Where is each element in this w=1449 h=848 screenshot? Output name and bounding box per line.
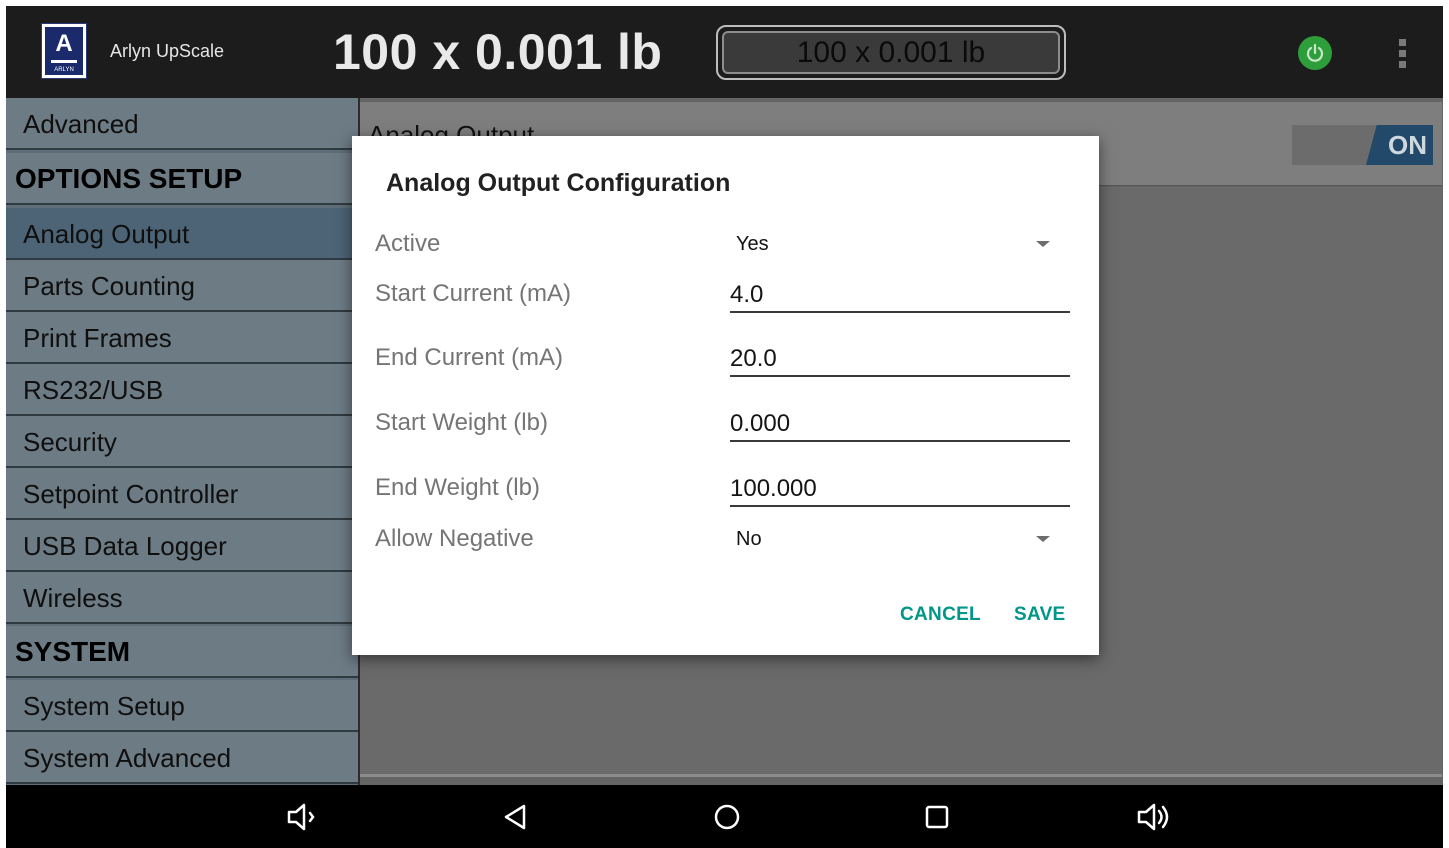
sidebar-item-parts-counting[interactable]: Parts Counting	[6, 260, 358, 312]
app-name: Arlyn UpScale	[110, 41, 225, 61]
weight-display-box: 100 x 0.001 lb	[716, 25, 1066, 80]
analog-output-toggle[interactable]: ON	[1292, 125, 1433, 165]
sidebar-item-analog-output[interactable]: Analog Output	[6, 208, 358, 260]
start-current-label: Start Current (mA)	[375, 280, 572, 307]
end-current-label: End Current (mA)	[375, 344, 564, 371]
back-icon[interactable]	[502, 801, 530, 833]
dialog-title: Analog Output Configuration	[386, 169, 731, 197]
active-select[interactable]: Yes	[736, 233, 769, 256]
start-weight-input[interactable]: 0.000	[730, 410, 790, 438]
active-dropdown-caret-icon[interactable]	[1036, 241, 1050, 247]
logo-letter: A	[55, 30, 73, 57]
end-current-underline	[730, 375, 1070, 377]
home-icon[interactable]	[712, 801, 742, 833]
sidebar-item-system-advanced[interactable]: System Advanced	[6, 732, 358, 784]
android-nav-bar	[6, 785, 1443, 848]
volume-down-icon[interactable]	[286, 801, 322, 833]
active-label: Active	[375, 230, 441, 257]
start-current-underline	[730, 311, 1070, 313]
end-current-input[interactable]: 20.0	[730, 345, 777, 373]
power-button[interactable]	[1298, 36, 1332, 70]
cancel-button[interactable]: CANCEL	[900, 604, 981, 626]
volume-up-icon[interactable]	[1136, 801, 1176, 833]
recents-icon[interactable]	[922, 801, 952, 833]
logo-text: ARLYN	[54, 67, 74, 73]
end-weight-input[interactable]: 100.000	[730, 475, 817, 503]
sidebar-item-usb-data-logger[interactable]: USB Data Logger	[6, 520, 358, 572]
arlyn-logo: A ARLYN	[41, 23, 87, 79]
start-weight-underline	[730, 440, 1070, 442]
analog-output-config-dialog: Analog Output Configuration Active Yes S…	[352, 136, 1099, 655]
toggle-on-label: ON	[1366, 125, 1433, 165]
sidebar-item-wireless[interactable]: Wireless	[6, 572, 358, 624]
allow-negative-dropdown-caret-icon[interactable]	[1036, 536, 1050, 542]
sidebar-item-advanced[interactable]: Advanced	[6, 98, 358, 150]
allow-negative-label: Allow Negative	[375, 525, 534, 552]
allow-negative-select[interactable]: No	[736, 528, 762, 551]
sidebar-item-system-setup[interactable]: System Setup	[6, 680, 358, 732]
start-weight-label: Start Weight (lb)	[375, 409, 548, 436]
sidebar-item-security[interactable]: Security	[6, 416, 358, 468]
sidebar-item-rs232-usb[interactable]: RS232/USB	[6, 364, 358, 416]
overflow-menu-icon[interactable]	[1397, 39, 1407, 71]
end-weight-label: End Weight (lb)	[375, 474, 540, 501]
start-current-input[interactable]: 4.0	[730, 281, 763, 309]
sidebar-item-setpoint-controller[interactable]: Setpoint Controller	[6, 468, 358, 520]
save-button[interactable]: SAVE	[1014, 604, 1066, 626]
end-weight-underline	[730, 505, 1070, 507]
power-icon	[1306, 43, 1324, 62]
sidebar-heading-system: SYSTEM	[6, 626, 358, 678]
weight-display: 100 x 0.001 lb	[333, 24, 663, 80]
weight-box-text: 100 x 0.001 lb	[796, 36, 986, 69]
sidebar: Advanced OPTIONS SETUP Analog Output Par…	[6, 98, 358, 785]
top-app-bar: A ARLYN Arlyn UpScale 100 x 0.001 lb 100…	[6, 6, 1443, 98]
sidebar-item-print-frames[interactable]: Print Frames	[6, 312, 358, 364]
sidebar-heading-options-setup: OPTIONS SETUP	[6, 153, 358, 205]
